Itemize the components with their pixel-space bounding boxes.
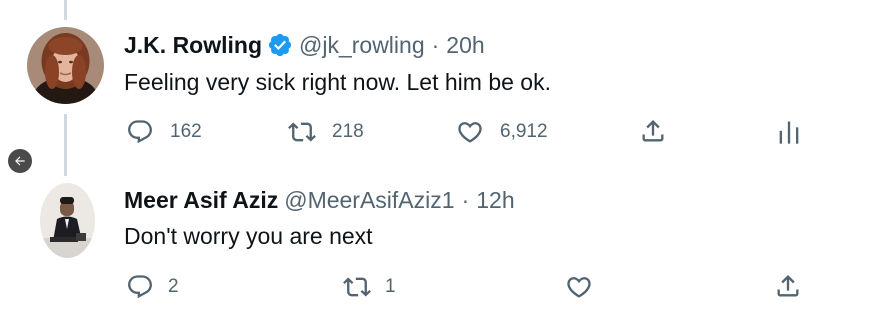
retweet-count: 1 [385, 276, 396, 297]
back-button[interactable] [8, 149, 32, 173]
avatar-image [27, 27, 104, 104]
timestamp[interactable]: 20h [446, 31, 484, 59]
like-button-2[interactable] [565, 273, 593, 301]
heart-icon [458, 122, 482, 143]
reply-count: 2 [168, 276, 179, 297]
retweet-icon [343, 277, 371, 297]
analytics-icon [779, 121, 799, 144]
display-name[interactable]: Meer Asif Aziz [124, 186, 278, 214]
reply-icon [128, 120, 152, 144]
back-arrow-icon [15, 156, 25, 166]
tweet-header-1: J.K. Rowling @jk_rowling · 20h [124, 31, 485, 59]
avatar-meer-asif-aziz[interactable] [40, 183, 95, 258]
retweet-button-1[interactable]: 218 [288, 118, 364, 146]
tweet-text-2: Don't worry you are next [124, 223, 373, 249]
thread-line-middle [64, 114, 67, 176]
analytics-button-1[interactable] [777, 118, 801, 146]
avatar-image [40, 183, 95, 258]
timestamp[interactable]: 12h [476, 186, 514, 214]
reply-button-2[interactable]: 2 [126, 273, 179, 301]
thread-line-top [64, 0, 67, 20]
handle[interactable]: @jk_rowling [299, 31, 425, 59]
tweet-header-2: Meer Asif Aziz @MeerAsifAziz1 · 12h [124, 186, 515, 214]
retweet-button-2[interactable]: 1 [343, 273, 396, 301]
reply-count: 162 [170, 121, 202, 142]
avatar-jk-rowling[interactable] [27, 27, 104, 104]
like-count: 6,912 [500, 121, 548, 142]
share-icon [777, 275, 799, 297]
separator-dot: · [431, 32, 440, 58]
share-button-2[interactable] [774, 272, 802, 300]
separator-dot: · [461, 187, 470, 213]
tweet-text-1: Feeling very sick right now. Let him be … [124, 69, 551, 95]
display-name[interactable]: J.K. Rowling [124, 31, 262, 59]
reply-icon [128, 275, 152, 299]
share-button-1[interactable] [639, 117, 667, 145]
retweet-count: 218 [332, 121, 364, 142]
tweet-thread: J.K. Rowling @jk_rowling · 20h Feeling v… [0, 0, 873, 319]
retweet-icon [288, 122, 316, 142]
handle[interactable]: @MeerAsifAziz1 [284, 186, 454, 214]
heart-icon [567, 277, 591, 298]
reply-button-1[interactable]: 162 [126, 118, 202, 146]
verified-badge-icon [267, 32, 293, 58]
like-button-1[interactable]: 6,912 [456, 118, 548, 146]
share-icon [642, 120, 664, 142]
